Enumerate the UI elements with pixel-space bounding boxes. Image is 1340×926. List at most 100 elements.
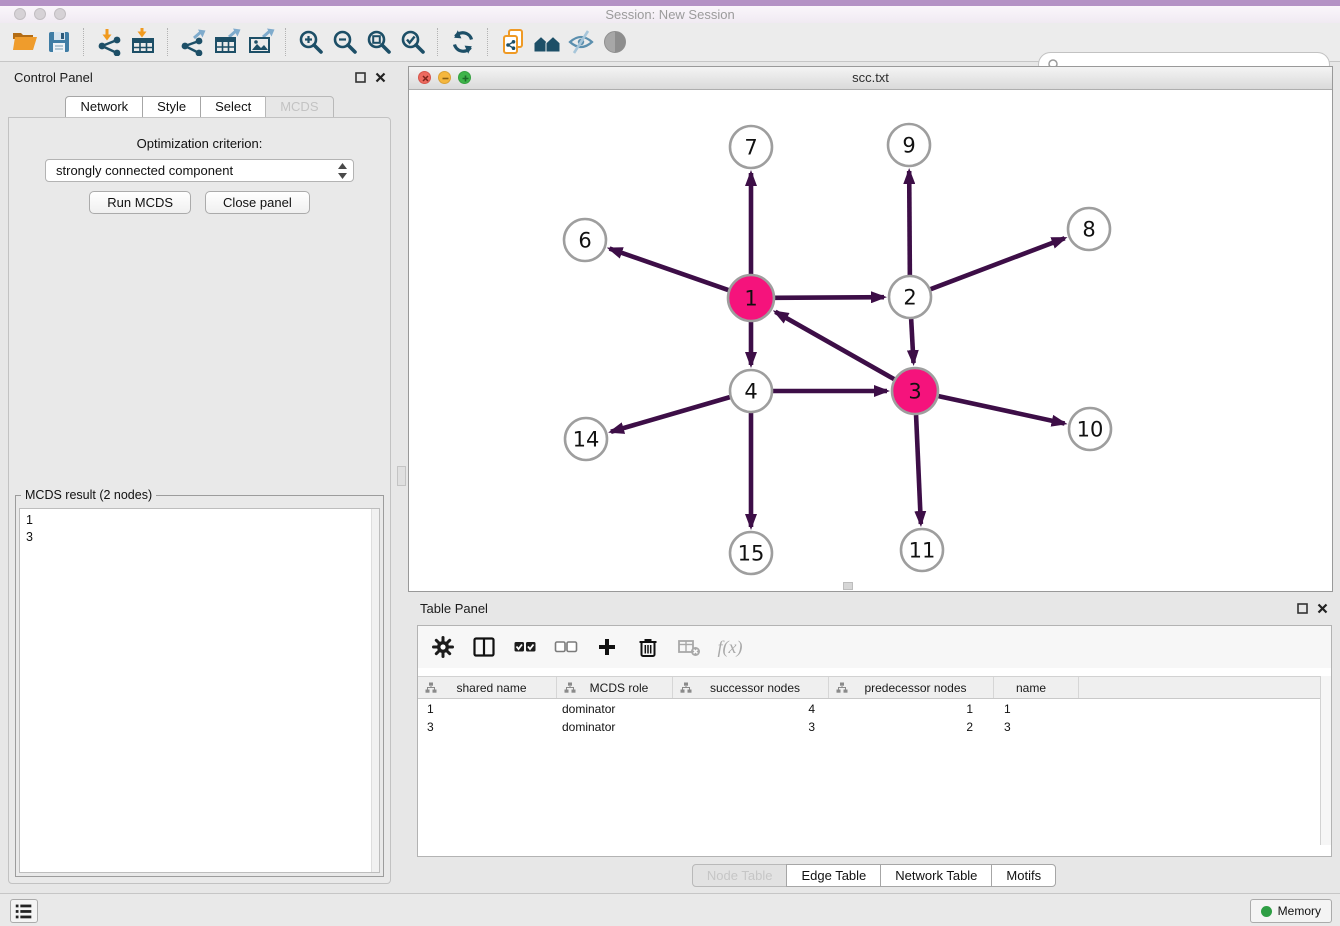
table-row[interactable]: 3 dominator 3 2 3 [418, 719, 1320, 735]
graph-node-8[interactable]: 8 [1068, 208, 1110, 250]
import-network-icon[interactable] [92, 26, 126, 58]
tab-style[interactable]: Style [142, 96, 201, 118]
graph-node-label: 9 [902, 133, 915, 157]
criterion-dropdown[interactable]: strongly connected component [45, 159, 354, 182]
cell-predecessor-nodes[interactable]: 1 [829, 702, 994, 716]
graph-node-11[interactable]: 11 [901, 529, 943, 571]
home-icon[interactable] [530, 26, 564, 58]
graph-node-14[interactable]: 14 [565, 418, 607, 460]
save-session-icon[interactable] [42, 26, 76, 58]
column-header-mcds-role[interactable]: MCDS role [557, 677, 673, 698]
refresh-icon[interactable] [446, 26, 480, 58]
float-table-panel-icon[interactable] [1297, 603, 1308, 614]
cell-successor-nodes[interactable]: 4 [673, 702, 829, 716]
graph-node-2[interactable]: 2 [889, 276, 931, 318]
task-history-button[interactable] [10, 899, 38, 923]
graph-edge-2-8[interactable] [931, 238, 1065, 289]
graph-edge-2-9[interactable] [909, 171, 910, 275]
zoom-out-icon[interactable] [328, 26, 362, 58]
delete-icon[interactable] [635, 634, 661, 660]
hide-eye-icon[interactable] [564, 26, 598, 58]
graph-node-label: 1 [744, 286, 757, 310]
tab-edge-table[interactable]: Edge Table [786, 864, 881, 887]
graph-node-4[interactable]: 4 [730, 370, 772, 412]
graph-node-3[interactable]: 3 [892, 368, 938, 414]
cell-name[interactable]: 1 [994, 702, 1079, 716]
sphere-icon[interactable] [598, 26, 632, 58]
table-header-row: shared name MCDS role successor nodes pr… [418, 676, 1320, 699]
select-all-icon[interactable] [512, 634, 538, 660]
graph-edge-2-3[interactable] [911, 319, 913, 363]
cell-mcds-role[interactable]: dominator [557, 720, 673, 734]
graph-node-10[interactable]: 10 [1069, 408, 1111, 450]
graph-node-9[interactable]: 9 [888, 124, 930, 166]
cell-name[interactable]: 3 [994, 720, 1079, 734]
tab-node-table[interactable]: Node Table [692, 864, 788, 887]
memory-button[interactable]: Memory [1250, 899, 1332, 923]
table-row[interactable]: 1 dominator 4 1 1 [418, 701, 1320, 717]
memory-status-icon [1261, 906, 1272, 917]
export-network-icon[interactable] [176, 26, 210, 58]
graph-node-1[interactable]: 1 [728, 275, 774, 321]
cell-predecessor-nodes[interactable]: 2 [829, 720, 994, 734]
table-scrollbar[interactable] [1320, 676, 1331, 845]
zoom-selected-icon[interactable] [396, 26, 430, 58]
graph-edge-4-14[interactable] [611, 397, 730, 432]
cell-shared-name[interactable]: 1 [418, 702, 557, 716]
graph-edge-3-1[interactable] [775, 312, 894, 379]
list-icon [12, 900, 36, 922]
cell-shared-name[interactable]: 3 [418, 720, 557, 734]
function-builder-icon: f(x) [717, 634, 743, 660]
tab-mcds[interactable]: MCDS [265, 96, 333, 118]
graph-edge-1-6[interactable] [610, 249, 729, 291]
tab-network-table[interactable]: Network Table [880, 864, 992, 887]
result-line: 1 [26, 512, 379, 529]
add-column-icon[interactable] [594, 634, 620, 660]
graph-node-label: 15 [738, 541, 765, 565]
zoom-in-icon[interactable] [294, 26, 328, 58]
graph-node-6[interactable]: 6 [564, 219, 606, 261]
mcds-result-list[interactable]: 1 3 [19, 508, 380, 873]
result-line: 3 [26, 529, 379, 546]
network-file-icon[interactable] [496, 26, 530, 58]
float-panel-icon[interactable] [355, 72, 366, 83]
network-window-titlebar[interactable]: scc.txt [409, 67, 1332, 90]
graph-node-7[interactable]: 7 [730, 126, 772, 168]
network-graph[interactable]: 7 9 6 8 1 2 4 3 14 10 15 11 [409, 90, 1332, 591]
column-header-successor-nodes[interactable]: successor nodes [673, 677, 829, 698]
tab-motifs[interactable]: Motifs [991, 864, 1056, 887]
deselect-all-icon[interactable] [553, 634, 579, 660]
graph-node-label: 14 [573, 427, 600, 451]
export-table-icon[interactable] [210, 26, 244, 58]
network-scroll-grip[interactable] [843, 582, 853, 590]
graph-edge-3-10[interactable] [938, 396, 1064, 423]
open-folder-icon[interactable] [8, 26, 42, 58]
run-mcds-button[interactable]: Run MCDS [89, 191, 191, 214]
cell-successor-nodes[interactable]: 3 [673, 720, 829, 734]
main-toolbar [0, 23, 1340, 62]
export-image-icon[interactable] [244, 26, 278, 58]
import-table-icon[interactable] [126, 26, 160, 58]
tab-network[interactable]: Network [65, 96, 143, 118]
result-scrollbar[interactable] [371, 509, 379, 872]
close-panel-icon[interactable] [375, 72, 386, 83]
split-pane-grip[interactable] [397, 466, 406, 486]
column-header-shared-name[interactable]: shared name [418, 677, 557, 698]
column-header-predecessor-nodes[interactable]: predecessor nodes [829, 677, 994, 698]
graph-node-label: 2 [903, 285, 916, 309]
graph-edge-3-11[interactable] [916, 415, 921, 524]
graph-edge-1-2[interactable] [775, 297, 884, 298]
zoom-fit-icon[interactable] [362, 26, 396, 58]
network-view-window: scc.txt 7 9 6 8 1 2 4 3 14 10 15 11 [408, 66, 1333, 592]
graph-node-label: 11 [909, 538, 936, 562]
close-panel-button[interactable]: Close panel [205, 191, 310, 214]
network-canvas[interactable]: 7 9 6 8 1 2 4 3 14 10 15 11 [409, 90, 1332, 591]
graph-node-15[interactable]: 15 [730, 532, 772, 574]
column-header-name[interactable]: name [994, 677, 1079, 698]
close-table-panel-icon[interactable] [1317, 603, 1328, 614]
gear-icon[interactable] [430, 634, 456, 660]
cell-mcds-role[interactable]: dominator [557, 702, 673, 716]
show-columns-icon[interactable] [471, 634, 497, 660]
optimization-criterion-label: Optimization criterion: [9, 136, 390, 151]
tab-select[interactable]: Select [200, 96, 266, 118]
